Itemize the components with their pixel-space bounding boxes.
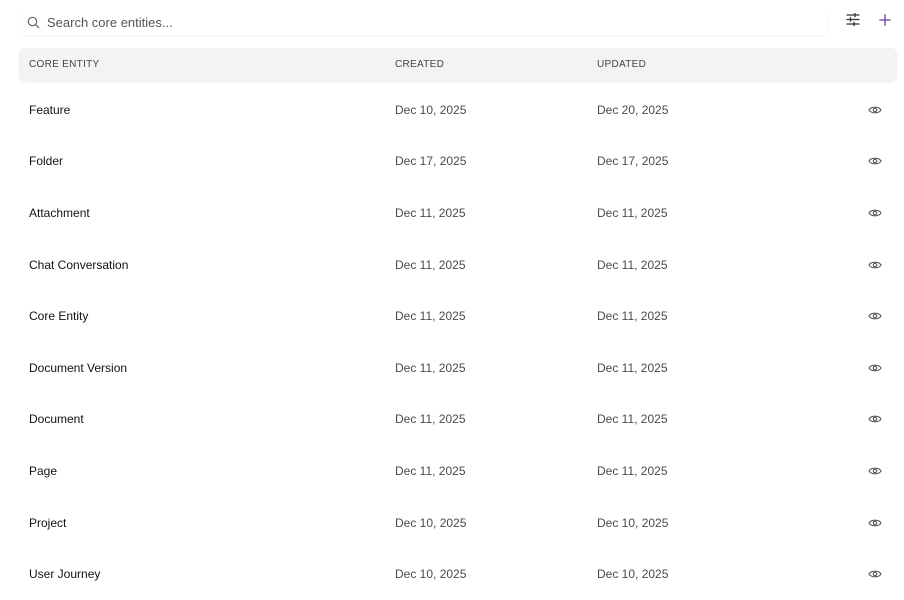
column-header-updated[interactable]: UPDATED xyxy=(597,59,646,70)
view-button[interactable] xyxy=(867,308,883,324)
entity-name: Document xyxy=(29,412,84,427)
toolbar xyxy=(19,9,897,37)
table-row[interactable]: Core Entity Dec 11, 2025 Dec 11, 2025 xyxy=(19,290,897,342)
eye-icon xyxy=(868,312,882,320)
created-date: Dec 11, 2025 xyxy=(395,257,466,272)
sliders-icon xyxy=(846,12,860,31)
column-header-core-entity[interactable]: CORE ENTITY xyxy=(29,59,100,70)
entity-name: User Journey xyxy=(29,567,101,582)
eye-icon xyxy=(868,106,882,114)
entity-name: Project xyxy=(29,515,67,530)
view-button[interactable] xyxy=(867,205,883,221)
table-body: Feature Dec 10, 2025 Dec 20, 2025 Folder… xyxy=(19,84,897,600)
table-row[interactable]: Page Dec 11, 2025 Dec 11, 2025 xyxy=(19,445,897,497)
view-button[interactable] xyxy=(867,102,883,118)
created-date: Dec 11, 2025 xyxy=(395,463,466,478)
view-button[interactable] xyxy=(867,411,883,427)
created-date: Dec 10, 2025 xyxy=(395,515,467,530)
created-date: Dec 11, 2025 xyxy=(395,412,466,427)
view-button[interactable] xyxy=(867,257,883,273)
core-entities-table: CORE ENTITY CREATED UPDATED Feature Dec … xyxy=(19,48,897,600)
created-date: Dec 11, 2025 xyxy=(395,309,466,324)
table-row[interactable]: Folder Dec 17, 2025 Dec 17, 2025 xyxy=(19,136,897,188)
created-date: Dec 11, 2025 xyxy=(395,360,466,375)
created-date: Dec 10, 2025 xyxy=(395,102,467,117)
updated-date: Dec 10, 2025 xyxy=(597,567,669,582)
table-row[interactable]: Feature Dec 10, 2025 Dec 20, 2025 xyxy=(19,84,897,136)
created-date: Dec 10, 2025 xyxy=(395,567,467,582)
view-button[interactable] xyxy=(867,515,883,531)
table-row[interactable]: Chat Conversation Dec 11, 2025 Dec 11, 2… xyxy=(19,239,897,291)
search-input[interactable] xyxy=(47,14,787,30)
view-button[interactable] xyxy=(867,360,883,376)
updated-date: Dec 11, 2025 xyxy=(597,360,668,375)
table-header: CORE ENTITY CREATED UPDATED xyxy=(19,48,897,81)
updated-date: Dec 11, 2025 xyxy=(597,463,668,478)
eye-icon xyxy=(868,519,882,526)
updated-date: Dec 11, 2025 xyxy=(597,257,668,272)
entity-name: Chat Conversation xyxy=(29,257,129,272)
core-entities-page: CORE ENTITY CREATED UPDATED Feature Dec … xyxy=(0,0,904,600)
updated-date: Dec 11, 2025 xyxy=(597,412,668,427)
column-header-created[interactable]: CREATED xyxy=(395,59,444,70)
updated-date: Dec 20, 2025 xyxy=(597,102,669,117)
entity-name: Feature xyxy=(29,102,71,117)
created-date: Dec 11, 2025 xyxy=(395,205,466,220)
add-entity-button[interactable] xyxy=(876,13,894,31)
table-row[interactable]: Project Dec 10, 2025 Dec 10, 2025 xyxy=(19,497,897,549)
entity-name: Page xyxy=(29,463,58,478)
updated-date: Dec 17, 2025 xyxy=(597,154,669,169)
table-row[interactable]: Document Dec 11, 2025 Dec 11, 2025 xyxy=(19,394,897,446)
entity-name: Folder xyxy=(29,154,64,169)
eye-icon xyxy=(868,467,882,475)
eye-icon xyxy=(868,209,882,217)
search-icon xyxy=(26,15,40,29)
eye-icon xyxy=(868,261,882,268)
plus-icon xyxy=(879,13,891,31)
search-box[interactable] xyxy=(19,9,827,35)
entity-name: Core Entity xyxy=(29,309,89,324)
eye-icon xyxy=(868,364,882,372)
created-date: Dec 17, 2025 xyxy=(395,154,467,169)
updated-date: Dec 10, 2025 xyxy=(597,515,669,530)
eye-icon xyxy=(868,416,882,423)
filter-button[interactable] xyxy=(844,12,862,31)
entity-name: Document Version xyxy=(29,360,128,375)
table-row[interactable]: Attachment Dec 11, 2025 Dec 11, 2025 xyxy=(19,187,897,239)
updated-date: Dec 11, 2025 xyxy=(597,205,668,220)
table-row[interactable]: Document Version Dec 11, 2025 Dec 11, 20… xyxy=(19,342,897,394)
eye-icon xyxy=(868,158,882,165)
view-button[interactable] xyxy=(867,566,883,582)
view-button[interactable] xyxy=(867,153,883,169)
entity-name: Attachment xyxy=(29,205,90,220)
eye-icon xyxy=(868,570,882,578)
table-row[interactable]: User Journey Dec 10, 2025 Dec 10, 2025 xyxy=(19,548,897,600)
updated-date: Dec 11, 2025 xyxy=(597,309,668,324)
view-button[interactable] xyxy=(867,463,883,479)
